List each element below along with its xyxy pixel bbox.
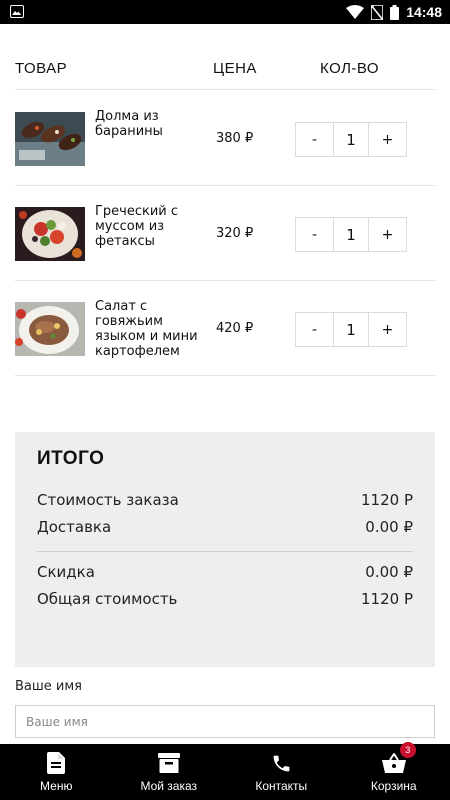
- product-price: 320 ₽: [216, 226, 254, 241]
- nav-label: Мой заказ: [140, 779, 198, 793]
- tongue-salad-image: [15, 302, 85, 356]
- increment-button[interactable]: +: [369, 123, 406, 156]
- summary-divider: [37, 551, 413, 552]
- cart-count-badge: 3: [399, 742, 416, 758]
- decrement-button[interactable]: -: [296, 313, 333, 346]
- product-name[interactable]: Греческий с муссом из фетаксы: [95, 204, 210, 249]
- header-price: ЦЕНА: [213, 60, 257, 77]
- header-item: ТОВАР: [15, 60, 68, 77]
- discount-label: Скидка: [37, 563, 95, 581]
- increment-button[interactable]: +: [369, 218, 406, 251]
- status-time: 14:48: [406, 4, 442, 20]
- basket-icon: 3: [381, 742, 416, 776]
- dolma-image: [15, 112, 85, 166]
- product-price: 420 ₽: [216, 321, 254, 336]
- summary-title: ИТОГО: [37, 448, 105, 469]
- delivery-label: Доставка: [37, 518, 112, 536]
- phone-icon: [271, 750, 292, 776]
- nav-label: Контакты: [255, 779, 308, 793]
- quantity-value[interactable]: 1: [333, 313, 369, 346]
- nav-item-menu[interactable]: Меню: [0, 744, 113, 800]
- document-icon: [47, 750, 66, 776]
- nav-item-cart[interactable]: 3 Корзина: [338, 742, 450, 800]
- discount-value: 0.00 ₽: [365, 563, 413, 581]
- total-value: 1120 Р: [361, 590, 413, 608]
- nav-item-my-order[interactable]: Мой заказ: [113, 744, 226, 800]
- wifi-icon: [346, 5, 365, 19]
- status-bar: 14:48: [0, 0, 450, 24]
- cart-row-dolma: Долма из баранины 380 ₽ - 1 +: [15, 91, 435, 186]
- order-cost-label: Стоимость заказа: [37, 491, 179, 509]
- discount-row: Скидка 0.00 ₽: [37, 563, 413, 585]
- nav-label: Корзина: [370, 779, 417, 793]
- quantity-stepper: - 1 +: [295, 312, 407, 347]
- delivery-value: 0.00 ₽: [365, 518, 413, 536]
- header-qty: КОЛ-ВО: [320, 60, 380, 77]
- product-price: 380 ₽: [216, 131, 254, 146]
- quantity-value[interactable]: 1: [333, 123, 369, 156]
- quantity-value[interactable]: 1: [333, 218, 369, 251]
- cart-table-header: ТОВАР ЦЕНА КОЛ-ВО: [15, 56, 435, 90]
- bottom-navigation: Меню Мой заказ Контакты 3 Корзина: [0, 742, 450, 800]
- archive-box-icon: [157, 750, 180, 776]
- product-name[interactable]: Долма из баранины: [95, 109, 210, 139]
- nav-item-contacts[interactable]: Контакты: [225, 744, 338, 800]
- cart-row-greek-salad: Греческий с муссом из фетаксы 320 ₽ - 1 …: [15, 186, 435, 281]
- delivery-row: Доставка 0.00 ₽: [37, 518, 413, 540]
- total-row: Общая стоимость 1120 Р: [37, 590, 413, 612]
- no-sim-icon: [371, 4, 384, 20]
- decrement-button[interactable]: -: [296, 123, 333, 156]
- order-summary: ИТОГО Стоимость заказа 1120 Р Доставка 0…: [15, 432, 435, 667]
- image-icon: [10, 5, 24, 18]
- nav-label: Меню: [40, 779, 73, 793]
- decrement-button[interactable]: -: [296, 218, 333, 251]
- name-input[interactable]: [15, 705, 435, 738]
- product-name[interactable]: Салат с говяжьим языком и мини картофеле…: [95, 299, 210, 359]
- order-cost-row: Стоимость заказа 1120 Р: [37, 491, 413, 513]
- battery-icon: [390, 4, 400, 20]
- total-label: Общая стоимость: [37, 590, 178, 608]
- quantity-stepper: - 1 +: [295, 122, 407, 157]
- order-cost-value: 1120 Р: [361, 491, 413, 509]
- increment-button[interactable]: +: [369, 313, 406, 346]
- greek-salad-image: [15, 207, 85, 261]
- name-field-label: Ваше имя: [15, 679, 82, 694]
- cart-row-tongue-salad: Салат с говяжьим языком и мини картофеле…: [15, 281, 435, 376]
- quantity-stepper: - 1 +: [295, 217, 407, 252]
